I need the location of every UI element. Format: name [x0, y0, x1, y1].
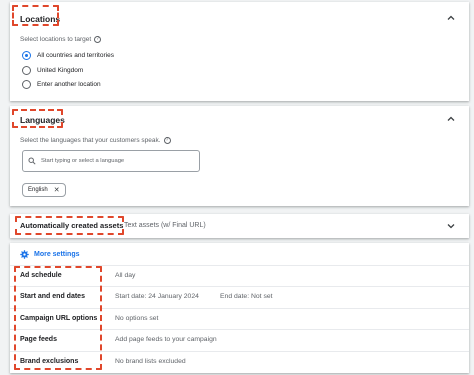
radio-all-countries[interactable]: All countries and territories: [22, 51, 114, 60]
radio-label: All countries and territories: [37, 52, 114, 59]
radio-unselected-icon: [22, 80, 31, 89]
row-value: No brand lists excluded: [115, 358, 186, 365]
search-placeholder: Start typing or select a language: [41, 158, 125, 164]
row-value: Start date: 24 January 2024: [115, 293, 199, 300]
close-icon[interactable]: ✕: [54, 186, 60, 194]
row-value: Add page feeds to your campaign: [115, 336, 217, 343]
radio-another-location[interactable]: Enter another location: [22, 80, 101, 89]
auto-assets-card[interactable]: Automatically created assets Text assets…: [10, 214, 469, 238]
settings-row-campaign-url-options[interactable]: Campaign URL options No options set: [10, 308, 469, 329]
locations-card: Locations Select locations to target? Al…: [10, 2, 469, 101]
help-icon[interactable]: ?: [94, 36, 102, 43]
more-settings-label: More settings: [34, 251, 80, 258]
radio-label: United Kingdom: [37, 67, 84, 74]
chevron-up-icon[interactable]: [446, 114, 456, 124]
languages-prompt-text: Select the languages that your customers…: [20, 137, 161, 145]
gear-icon: [20, 250, 29, 259]
auto-assets-title: Automatically created assets: [20, 221, 124, 230]
auto-assets-summary: Text assets (w/ Final URL): [124, 222, 206, 229]
language-chip-english[interactable]: English ✕: [22, 183, 66, 197]
languages-title: Languages: [20, 115, 65, 125]
radio-selected-icon: [22, 51, 31, 60]
row-label: Page feeds: [20, 336, 57, 343]
settings-row-brand-exclusions[interactable]: Brand exclusions No brand lists excluded: [10, 351, 469, 372]
settings-row-page-feeds[interactable]: Page feeds Add page feeds to your campai…: [10, 329, 469, 350]
chip-label: English: [28, 187, 48, 193]
chevron-down-icon[interactable]: [446, 221, 456, 231]
settings-row-start-end-dates[interactable]: Start and end dates Start date: 24 Janua…: [10, 286, 469, 307]
radio-united-kingdom[interactable]: United Kingdom: [22, 66, 83, 75]
row-label: Start and end dates: [20, 293, 85, 300]
help-icon[interactable]: ?: [163, 137, 171, 144]
locations-prompt: Select locations to target?: [20, 36, 102, 44]
languages-prompt: Select the languages that your customers…: [20, 137, 171, 144]
row-value: All day: [115, 272, 136, 279]
chevron-up-icon[interactable]: [446, 13, 456, 23]
radio-label: Enter another location: [37, 81, 101, 88]
language-search-input[interactable]: Start typing or select a language: [22, 150, 200, 172]
row-label: Brand exclusions: [20, 358, 79, 365]
row-label: Campaign URL options: [20, 315, 98, 322]
more-settings-button[interactable]: More settings: [20, 250, 80, 259]
settings-row-ad-schedule[interactable]: Ad schedule All day: [10, 265, 469, 286]
radio-unselected-icon: [22, 66, 31, 75]
search-icon: [28, 157, 36, 165]
row-value: No options set: [115, 315, 159, 322]
row-label: Ad schedule: [20, 272, 62, 279]
row-value-end-date: End date: Not set: [220, 293, 273, 300]
locations-title: Locations: [20, 14, 61, 24]
locations-prompt-text: Select locations to target: [20, 36, 92, 44]
